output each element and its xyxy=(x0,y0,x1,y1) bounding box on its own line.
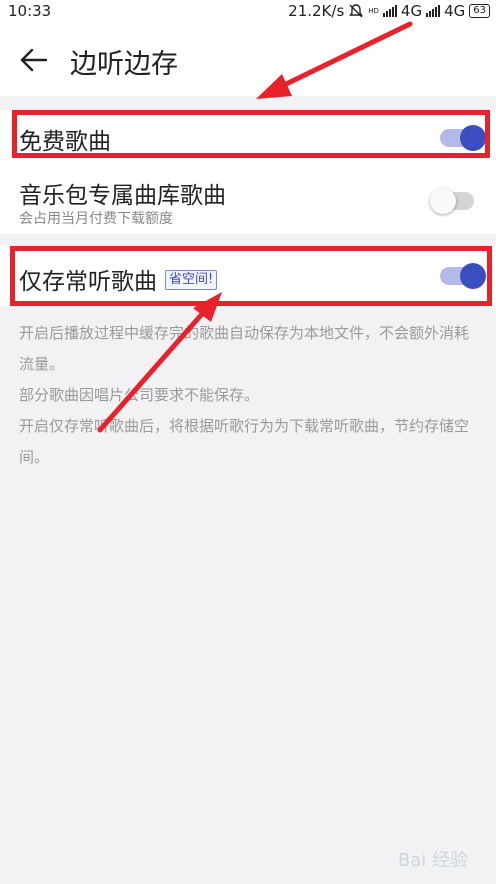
top-bar: 边听边存 xyxy=(0,24,496,96)
description-line-3: 开启仅存常听歌曲后，将根据听歌行为为下载常听歌曲，节约存储空间。 xyxy=(19,417,470,466)
free-songs-label: 免费歌曲 xyxy=(19,129,111,155)
free-songs-toggle[interactable] xyxy=(440,125,486,151)
toggle-knob xyxy=(460,263,486,289)
description-line-2: 部分歌曲因唱片公司要求不能保存。 xyxy=(19,386,260,404)
mute-bell-icon xyxy=(349,4,364,18)
toggle-knob xyxy=(430,188,456,214)
network-type: 4G xyxy=(400,2,423,20)
network-type-2: 4G xyxy=(444,2,466,20)
status-time: 10:33 xyxy=(8,2,52,20)
toggle-knob xyxy=(460,125,486,151)
frequent-only-toggle[interactable] xyxy=(440,263,486,289)
status-icons: 21.2K/s HD 4G 4G 63 xyxy=(288,2,490,20)
music-package-label: 音乐包专属曲库歌曲 xyxy=(19,183,226,209)
page-title: 边听边存 xyxy=(70,49,178,80)
frequent-only-label-wrap: 仅存常听歌曲 省空间! xyxy=(19,262,218,296)
frequent-only-label: 仅存常听歌曲 xyxy=(19,269,157,295)
signal-icon xyxy=(382,5,397,17)
status-bar: 10:33 21.2K/s HD 4G 4G 63 xyxy=(0,0,496,24)
description-line-1: 开启后播放过程中缓存完的歌曲自动保存为本地文件，不会额外消耗流量。 xyxy=(19,324,470,373)
setting-row-frequent-only[interactable]: 仅存常听歌曲 省空间! xyxy=(0,246,496,306)
description-text: 开启后播放过程中缓存完的歌曲自动保存为本地文件，不会额外消耗流量。 部分歌曲因唱… xyxy=(19,318,481,473)
battery-icon: 63 xyxy=(469,4,490,18)
hd-icon: HD xyxy=(368,6,379,15)
net-speed: 21.2K/s xyxy=(288,2,345,20)
signal-icon-2 xyxy=(426,5,441,17)
setting-row-music-package[interactable]: 音乐包专属曲库歌曲 会占用当月付费下载额度 xyxy=(0,166,496,234)
music-package-subtitle: 会占用当月付费下载额度 xyxy=(19,211,173,227)
music-package-toggle[interactable] xyxy=(430,188,474,214)
save-space-badge: 省空间! xyxy=(165,269,218,290)
back-arrow-icon[interactable] xyxy=(18,44,50,76)
watermark: Bai 经验 xyxy=(397,850,468,871)
setting-row-free-songs[interactable]: 免费歌曲 xyxy=(0,110,496,166)
